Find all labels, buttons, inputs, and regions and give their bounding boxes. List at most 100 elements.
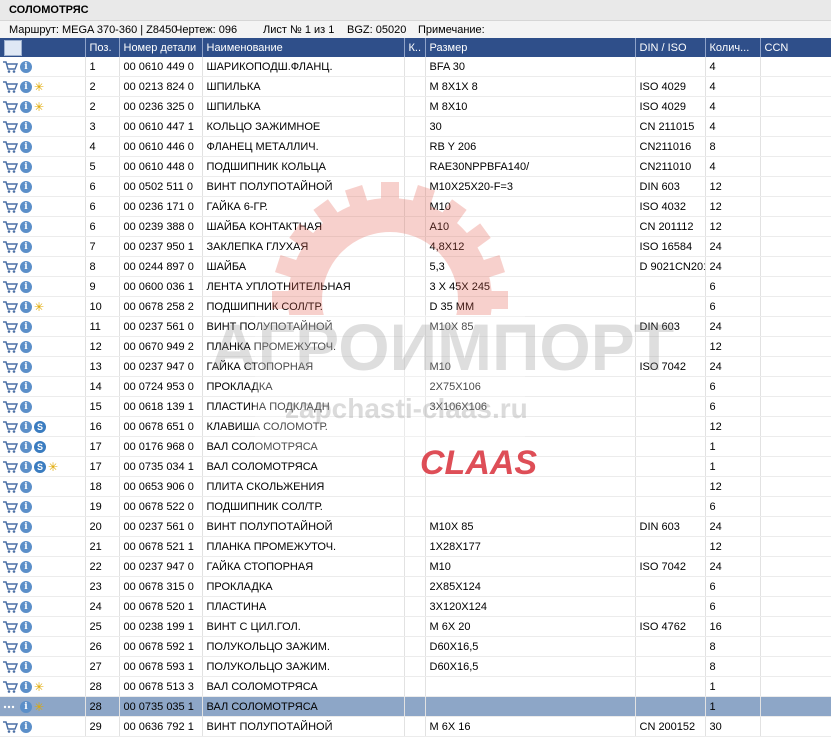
table-row[interactable]: i S 16 00 0678 651 0 КЛАВИША СОЛОМОТР. 12 xyxy=(0,416,831,437)
cart-icon[interactable] xyxy=(2,460,19,474)
info-icon[interactable]: i xyxy=(20,80,32,93)
table-row[interactable]: i ✳ 28 00 0735 035 1 ВАЛ СОЛОМОТРЯСА 1 xyxy=(0,696,831,717)
cart-icon[interactable] xyxy=(2,480,19,494)
info-icon[interactable]: i xyxy=(20,100,32,113)
s-icon[interactable]: S xyxy=(34,420,46,433)
info-icon[interactable]: i xyxy=(20,340,32,353)
table-row[interactable]: i 7 00 0237 950 1 ЗАКЛЕПКА ГЛУХАЯ 4,8X12 ISO … xyxy=(0,236,831,257)
table-row[interactable]: i 21 00 0678 521 1 ПЛАНКА ПРОМЕЖУТОЧ. 1X28X1… xyxy=(0,536,831,557)
cart-icon[interactable] xyxy=(2,520,19,534)
table-row[interactable]: i S ✳ 17 00 0735 034 1 ВАЛ СОЛОМОТРЯСА 1 xyxy=(0,456,831,477)
s-icon[interactable]: S xyxy=(34,460,46,473)
info-icon[interactable]: i xyxy=(20,700,32,713)
cart-icon[interactable] xyxy=(2,180,19,194)
table-row[interactable]: i 15 00 0618 139 1 ПЛАСТИНА ПОДКЛАДН 3X106X1… xyxy=(0,396,831,417)
s-icon[interactable]: S xyxy=(34,440,46,453)
cart-icon[interactable] xyxy=(2,640,19,654)
col-din-iso[interactable]: DIN / ISO xyxy=(635,38,706,57)
info-icon[interactable]: i xyxy=(20,140,32,153)
table-row[interactable]: i 1 00 0610 449 0 ШАРИКОПОДШ.ФЛАНЦ. BFA 30 4 xyxy=(0,57,831,77)
cart-icon[interactable] xyxy=(2,560,19,574)
cart-icon[interactable] xyxy=(2,60,19,74)
table-row[interactable]: i 5 00 0610 448 0 ПОДШИПНИК КОЛЬЦА RAE30NPPB… xyxy=(0,156,831,177)
cart-icon[interactable] xyxy=(2,340,19,354)
cart-icon[interactable] xyxy=(2,620,19,634)
table-row[interactable]: i 25 00 0238 199 1 ВИНТ С ЦИЛ.ГОЛ. M 6X 20 IS… xyxy=(0,616,831,637)
table-row[interactable]: i 20 00 0237 561 0 ВИНТ ПОЛУПОТАЙНОЙ M10X 85… xyxy=(0,516,831,537)
dots-icon[interactable] xyxy=(2,701,18,713)
table-row[interactable]: i 4 00 0610 446 0 ФЛАНЕЦ МЕТАЛЛИЧ. RB Y 206 C… xyxy=(0,136,831,157)
info-icon[interactable]: i xyxy=(20,280,32,293)
col-part-number[interactable]: Номер детали xyxy=(119,38,203,57)
table-row[interactable]: i 6 00 0502 511 0 ВИНТ ПОЛУПОТАЙНОЙ M10X25X2… xyxy=(0,176,831,197)
info-icon[interactable]: i xyxy=(20,540,32,553)
table-row[interactable]: i 26 00 0678 592 1 ПОЛУКОЛЬЦО ЗАЖИМ. D60X16,… xyxy=(0,636,831,657)
table-row[interactable]: i 24 00 0678 520 1 ПЛАСТИНА 3X120X124 6 xyxy=(0,596,831,617)
table-row[interactable]: i 6 00 0236 171 0 ГАЙКА 6-ГР. M10 ISO 4032 12 xyxy=(0,196,831,217)
cart-icon[interactable] xyxy=(2,500,19,514)
table-row[interactable]: i 11 00 0237 561 0 ВИНТ ПОЛУПОТАЙНОЙ M10X 85… xyxy=(0,316,831,337)
table-row[interactable]: i 23 00 0678 315 0 ПРОКЛАДКА 2X85X124 6 xyxy=(0,576,831,597)
info-icon[interactable]: i xyxy=(20,400,32,413)
table-row[interactable]: i ✳ 28 00 0678 513 3 ВАЛ СОЛОМОТРЯСА 1 xyxy=(0,676,831,697)
info-icon[interactable]: i xyxy=(20,320,32,333)
col-k[interactable]: К.. xyxy=(404,38,426,57)
table-row[interactable]: i ✳ 2 00 0236 325 0 ШПИЛЬКА M 8X10 ISO 4029 4 xyxy=(0,96,831,117)
info-icon[interactable]: i xyxy=(20,260,32,273)
table-row[interactable]: i ✳ 2 00 0213 824 0 ШПИЛЬКА M 8X1X 8 ISO 4029 4 xyxy=(0,76,831,97)
cart-icon[interactable] xyxy=(2,440,19,454)
cart-icon[interactable] xyxy=(2,140,19,154)
cart-icon[interactable] xyxy=(2,240,19,254)
info-icon[interactable]: i xyxy=(20,360,32,373)
info-icon[interactable]: i xyxy=(20,380,32,393)
info-icon[interactable]: i xyxy=(20,60,32,73)
info-icon[interactable]: i xyxy=(20,300,32,313)
info-icon[interactable]: i xyxy=(20,120,32,133)
info-icon[interactable]: i xyxy=(20,560,32,573)
cart-icon[interactable] xyxy=(2,680,19,694)
cart-icon[interactable] xyxy=(2,260,19,274)
cart-icon[interactable] xyxy=(2,220,19,234)
cart-icon[interactable] xyxy=(2,280,19,294)
cart-icon[interactable] xyxy=(2,380,19,394)
cart-icon[interactable] xyxy=(2,120,19,134)
table-row[interactable]: i 6 00 0239 388 0 ШАЙБА КОНТАКТНАЯ A10 CN 201… xyxy=(0,216,831,237)
cart-icon[interactable] xyxy=(2,660,19,674)
cart-icon[interactable] xyxy=(2,160,19,174)
cart-icon[interactable] xyxy=(2,540,19,554)
table-row[interactable]: i ✳ 10 00 0678 258 2 ПОДШИПНИК СОЛ/ТР. D 35 M… xyxy=(0,296,831,317)
info-icon[interactable]: i xyxy=(20,180,32,193)
cart-icon[interactable] xyxy=(2,300,19,314)
cart-icon[interactable] xyxy=(2,360,19,374)
info-icon[interactable]: i xyxy=(20,440,32,453)
cart-icon[interactable] xyxy=(2,420,19,434)
cart-icon[interactable] xyxy=(2,400,19,414)
table-row[interactable]: i 3 00 0610 447 1 КОЛЬЦО ЗАЖИМНОЕ 30 CN 21101… xyxy=(0,116,831,137)
header-icon-cell[interactable] xyxy=(0,38,86,57)
cart-icon[interactable] xyxy=(2,100,19,114)
info-icon[interactable]: i xyxy=(20,500,32,513)
info-icon[interactable]: i xyxy=(20,220,32,233)
table-row[interactable]: i 9 00 0600 036 1 ЛЕНТА УПЛОТНИТЕЛЬНАЯ 3 X 4… xyxy=(0,276,831,297)
info-icon[interactable]: i xyxy=(20,600,32,613)
info-icon[interactable]: i xyxy=(20,200,32,213)
table-row[interactable]: i 29 00 0636 792 1 ВИНТ ПОЛУПОТАЙНОЙ M 6X 16… xyxy=(0,716,831,737)
cart-icon[interactable] xyxy=(2,600,19,614)
info-icon[interactable]: i xyxy=(20,480,32,493)
table-row[interactable]: i 19 00 0678 522 0 ПОДШИПНИК СОЛ/ТР. 6 xyxy=(0,496,831,517)
table-row[interactable]: i S 17 00 0176 968 0 ВАЛ СОЛОМОТРЯСА 1 xyxy=(0,436,831,457)
table-row[interactable]: i 13 00 0237 947 0 ГАЙКА СТОПОРНАЯ M10 ISO 70… xyxy=(0,356,831,377)
table-row[interactable]: i 27 00 0678 593 1 ПОЛУКОЛЬЦО ЗАЖИМ. D60X16,… xyxy=(0,656,831,677)
info-icon[interactable]: i xyxy=(20,660,32,673)
cart-icon[interactable] xyxy=(2,320,19,334)
col-size[interactable]: Размер xyxy=(425,38,636,57)
info-icon[interactable]: i xyxy=(20,420,32,433)
info-icon[interactable]: i xyxy=(20,580,32,593)
info-icon[interactable]: i xyxy=(20,720,32,733)
table-row[interactable]: i 22 00 0237 947 0 ГАЙКА СТОПОРНАЯ M10 ISO 70… xyxy=(0,556,831,577)
column-chooser-icon[interactable] xyxy=(4,39,22,56)
info-icon[interactable]: i xyxy=(20,520,32,533)
info-icon[interactable]: i xyxy=(20,460,32,473)
col-ccn[interactable]: CCN xyxy=(760,38,831,57)
col-pos[interactable]: Поз. xyxy=(85,38,120,57)
